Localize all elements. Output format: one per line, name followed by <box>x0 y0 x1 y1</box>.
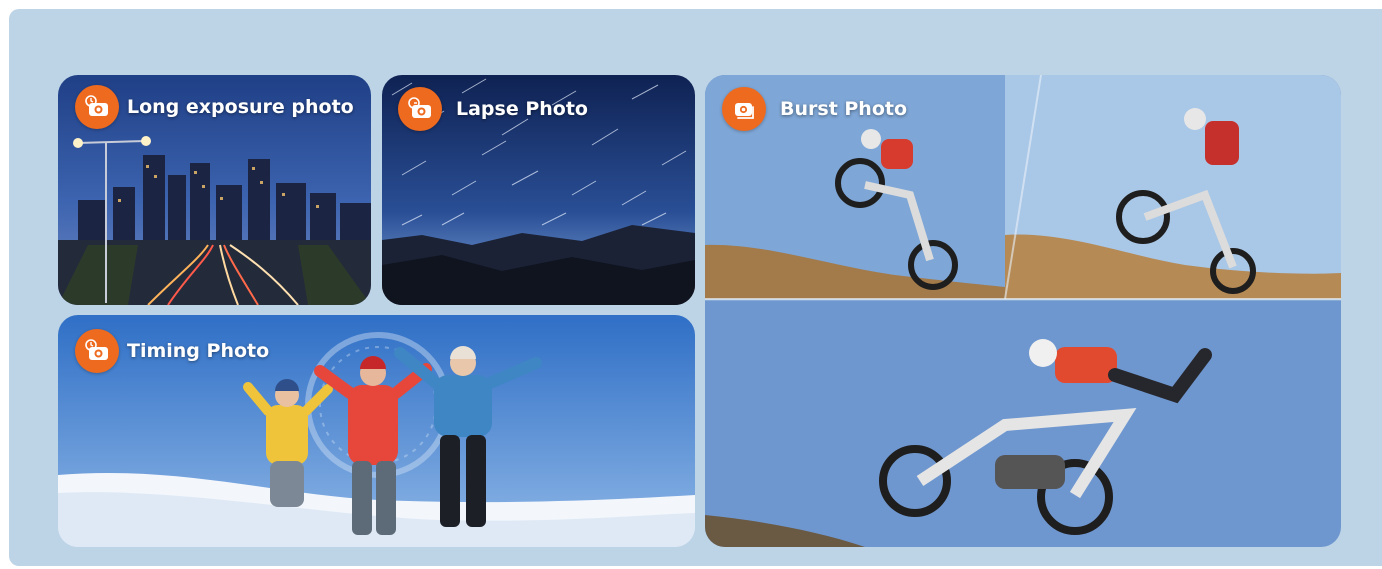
long-exposure-label: Long exposure photo <box>75 85 354 129</box>
long-exposure-card[interactable]: Long exposure photo <box>58 75 371 305</box>
timer-camera-icon <box>75 85 119 129</box>
long-exposure-title: Long exposure photo <box>127 96 354 118</box>
timing-photo-title: Timing Photo <box>127 340 270 362</box>
burst-photo-card[interactable]: Burst Photo <box>705 75 1341 547</box>
burst-photo-label: Burst Photo <box>722 87 907 131</box>
lapse-photo-label: Lapse Photo <box>398 87 588 131</box>
timing-photo-card[interactable]: Timing Photo <box>58 315 695 547</box>
features-panel: Long exposure photo Lapse Photo Timing P… <box>9 9 1382 566</box>
motocross-burst-image <box>705 75 1341 547</box>
lapse-photo-card[interactable]: Lapse Photo <box>382 75 695 305</box>
timelapse-camera-icon <box>398 87 442 131</box>
timer-camera-icon <box>75 329 119 373</box>
burst-photo-title: Burst Photo <box>780 98 908 120</box>
lapse-photo-title: Lapse Photo <box>456 98 588 120</box>
burst-camera-icon <box>722 87 766 131</box>
timing-photo-label: Timing Photo <box>75 329 269 373</box>
